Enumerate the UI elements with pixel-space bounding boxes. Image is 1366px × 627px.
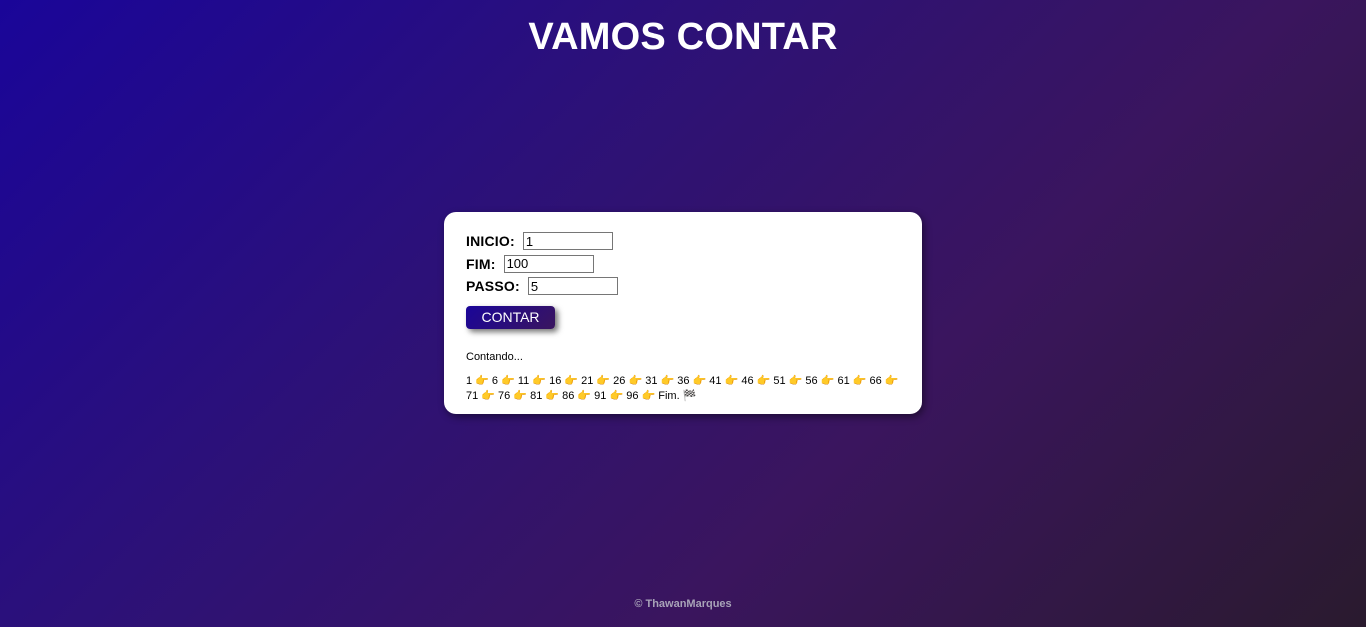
- count-result: 1 👉 6 👉 11 👉 16 👉 21 👉 26 👉 31 👉 36 👉 41…: [466, 374, 899, 402]
- page-title: VAMOS CONTAR: [528, 16, 838, 58]
- inicio-input[interactable]: [522, 232, 613, 250]
- fim-input[interactable]: [503, 254, 594, 273]
- passo-label: PASSO:: [466, 278, 520, 294]
- contar-button[interactable]: CONTAR: [466, 305, 555, 329]
- inicio-row: INICIO:: [466, 230, 900, 252]
- counter-card: INICIO: FIM: PASSO: CONTAR Contando... 1…: [444, 212, 922, 414]
- passo-input[interactable]: [527, 277, 618, 295]
- inicio-label: INICIO:: [466, 233, 515, 249]
- footer-credit: © ThawanMarques: [634, 598, 732, 610]
- fim-row: FIM:: [466, 253, 900, 275]
- status-text: Contando...: [466, 350, 523, 363]
- passo-row: PASSO:: [466, 275, 900, 297]
- fim-label: FIM:: [466, 255, 496, 272]
